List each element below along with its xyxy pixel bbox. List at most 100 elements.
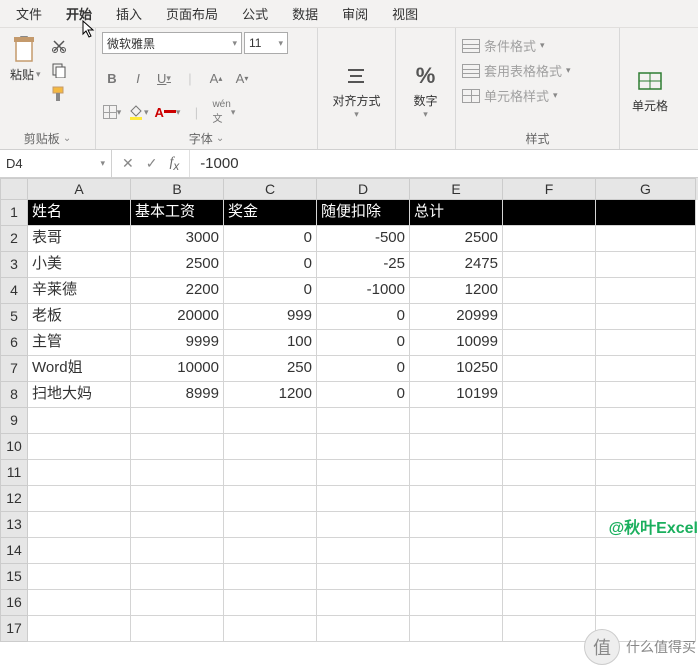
cell[interactable]: 0	[317, 304, 410, 330]
italic-button[interactable]: I	[128, 68, 148, 88]
cell[interactable]	[224, 408, 317, 434]
cell[interactable]: 2500	[410, 226, 503, 252]
cell[interactable]: 0	[224, 252, 317, 278]
table-format-button[interactable]: 套用表格格式▾	[462, 61, 571, 80]
cell[interactable]	[503, 382, 596, 408]
cell[interactable]	[317, 434, 410, 460]
menu-review[interactable]: 审阅	[330, 0, 380, 27]
row-header[interactable]: 1	[0, 200, 28, 226]
cell[interactable]	[596, 356, 696, 382]
cell[interactable]	[224, 434, 317, 460]
cell[interactable]	[410, 616, 503, 642]
cell[interactable]	[28, 460, 131, 486]
fx-icon[interactable]: fx	[169, 155, 179, 173]
cell[interactable]: -500	[317, 226, 410, 252]
dialog-launcher-icon[interactable]: ⌄	[216, 133, 224, 144]
cell[interactable]	[503, 434, 596, 460]
format-painter-button[interactable]	[49, 84, 69, 104]
cell-styles-button[interactable]: 单元格样式▾	[462, 86, 571, 105]
menu-insert[interactable]: 插入	[104, 0, 154, 27]
cut-button[interactable]	[49, 36, 69, 56]
row-header[interactable]: 3	[0, 252, 28, 278]
row-header[interactable]: 17	[0, 616, 28, 642]
cell[interactable]	[28, 538, 131, 564]
cell[interactable]	[410, 564, 503, 590]
col-header[interactable]: D	[317, 178, 410, 200]
row-header[interactable]: 5	[0, 304, 28, 330]
copy-button[interactable]	[49, 60, 69, 80]
cell[interactable]	[503, 330, 596, 356]
cell[interactable]	[28, 486, 131, 512]
cell[interactable]	[317, 460, 410, 486]
select-all-corner[interactable]	[0, 178, 28, 200]
cancel-icon[interactable]: ✕	[122, 155, 134, 172]
cell[interactable]: 100	[224, 330, 317, 356]
cell[interactable]: 3000	[131, 226, 224, 252]
cell[interactable]	[503, 278, 596, 304]
cell[interactable]: 10099	[410, 330, 503, 356]
cell[interactable]	[131, 538, 224, 564]
col-header[interactable]: C	[224, 178, 317, 200]
cell[interactable]: 20999	[410, 304, 503, 330]
row-header[interactable]: 13	[0, 512, 28, 538]
cell[interactable]: -1000	[317, 278, 410, 304]
cell[interactable]	[503, 616, 596, 642]
cell[interactable]	[224, 538, 317, 564]
cell[interactable]	[131, 486, 224, 512]
formula-input[interactable]: -1000	[190, 150, 698, 177]
cell[interactable]: 10199	[410, 382, 503, 408]
menu-layout[interactable]: 页面布局	[154, 0, 230, 27]
cell[interactable]: 0	[317, 330, 410, 356]
cell[interactable]: 扫地大妈	[28, 382, 131, 408]
cell[interactable]	[503, 226, 596, 252]
row-header[interactable]: 9	[0, 408, 28, 434]
cell[interactable]	[28, 408, 131, 434]
cell[interactable]	[317, 616, 410, 642]
cell[interactable]: 2500	[131, 252, 224, 278]
cell[interactable]: 9999	[131, 330, 224, 356]
cell[interactable]: 2475	[410, 252, 503, 278]
cell[interactable]	[596, 278, 696, 304]
cell[interactable]: 250	[224, 356, 317, 382]
cell[interactable]	[28, 590, 131, 616]
cell[interactable]: 表哥	[28, 226, 131, 252]
cell[interactable]	[410, 590, 503, 616]
cell[interactable]	[224, 512, 317, 538]
cell[interactable]	[503, 356, 596, 382]
cell[interactable]	[410, 486, 503, 512]
enter-icon[interactable]: ✓	[146, 155, 158, 172]
cell[interactable]	[410, 434, 503, 460]
cell[interactable]	[503, 200, 596, 226]
cell[interactable]	[131, 460, 224, 486]
cell[interactable]	[317, 408, 410, 434]
alignment-button[interactable]: 对齐方式 ▾	[328, 58, 384, 122]
cell[interactable]: 10250	[410, 356, 503, 382]
cell[interactable]: 老板	[28, 304, 131, 330]
number-format-button[interactable]: % 数字 ▾	[407, 58, 445, 122]
menu-home[interactable]: 开始	[54, 0, 104, 27]
cell[interactable]: 1200	[224, 382, 317, 408]
cell[interactable]	[317, 486, 410, 512]
cell[interactable]: 0	[317, 382, 410, 408]
cell[interactable]	[28, 616, 131, 642]
row-header[interactable]: 10	[0, 434, 28, 460]
cell[interactable]	[596, 460, 696, 486]
row-header[interactable]: 11	[0, 460, 28, 486]
cell[interactable]	[410, 408, 503, 434]
cell[interactable]	[503, 304, 596, 330]
row-header[interactable]: 4	[0, 278, 28, 304]
cell[interactable]	[596, 564, 696, 590]
cell[interactable]: 8999	[131, 382, 224, 408]
cell[interactable]	[503, 252, 596, 278]
cell[interactable]	[596, 408, 696, 434]
menu-view[interactable]: 视图	[380, 0, 430, 27]
menu-data[interactable]: 数据	[280, 0, 330, 27]
cell[interactable]	[596, 434, 696, 460]
cell[interactable]	[503, 460, 596, 486]
font-size-select[interactable]: 11▾	[244, 32, 288, 54]
row-header[interactable]: 12	[0, 486, 28, 512]
cell[interactable]	[410, 512, 503, 538]
phonetic-button[interactable]: wén文▾	[212, 102, 235, 122]
cell[interactable]	[28, 564, 131, 590]
cell[interactable]: 主管	[28, 330, 131, 356]
